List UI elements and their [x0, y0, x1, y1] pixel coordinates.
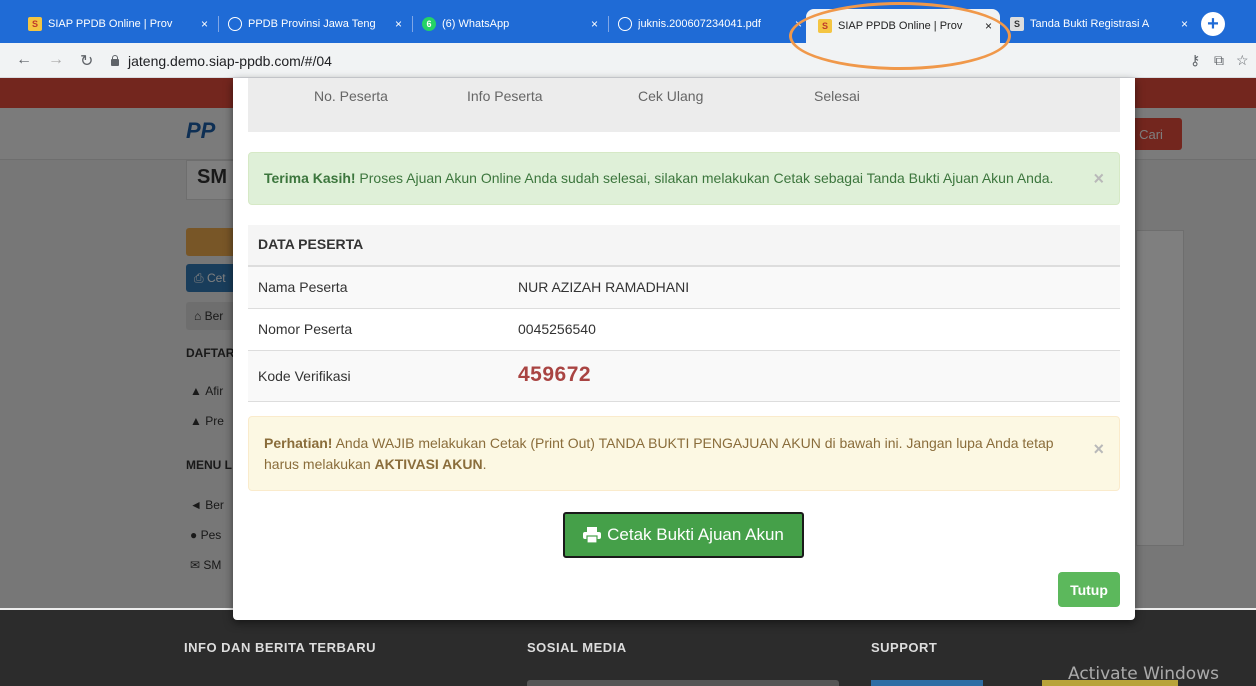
lock-icon[interactable]	[110, 55, 120, 66]
url-text: jateng.demo.siap-ppdb.com/#/04	[128, 52, 332, 69]
translate-icon[interactable]: ⧉	[1214, 52, 1224, 69]
table-row-nomor: Nomor Peserta 0045256540	[248, 309, 1120, 351]
tab-tanda-bukti[interactable]: S Tanda Bukti Registrasi A ×	[1002, 11, 1196, 37]
tab-title: (6) WhatsApp	[442, 18, 510, 30]
print-proof-button[interactable]: Cetak Bukti Ajuan Akun	[563, 512, 804, 558]
url-input[interactable]: jateng.demo.siap-ppdb.com/#/04	[110, 48, 1180, 73]
tab-siap-ppdb-1[interactable]: S SIAP PPDB Online | Prov ×	[20, 11, 216, 37]
ajuan-akun-modal: No. Peserta Info Peserta Cek Ulang Seles…	[233, 78, 1135, 620]
kode-label: Kode Verifikasi	[258, 368, 351, 384]
bookmark-star-icon[interactable]: ☆	[1236, 52, 1249, 69]
siap-favicon-icon: S	[28, 17, 42, 31]
close-tab-icon[interactable]: ×	[201, 17, 208, 31]
table-row-nama: Nama Peserta NUR AZIZAH RAMADHANI	[248, 267, 1120, 309]
footer-sosial-heading: SOSIAL MEDIA	[527, 640, 627, 655]
warning-alert: Perhatian! Anda WAJIB melakukan Cetak (P…	[248, 416, 1120, 491]
back-arrow-icon[interactable]: ←	[16, 51, 32, 69]
siap-favicon-icon: S	[818, 19, 832, 33]
step-cek-ulang[interactable]: Cek Ulang	[638, 88, 703, 104]
footer-info-heading: INFO DAN BERITA TERBARU	[184, 640, 377, 655]
wizard-steps: No. Peserta Info Peserta Cek Ulang Seles…	[248, 78, 1120, 132]
tab-whatsapp[interactable]: 6 (6) WhatsApp ×	[414, 11, 606, 37]
tab-title: SIAP PPDB Online | Prov	[838, 20, 963, 32]
success-message: Terima Kasih! Proses Ajuan Akun Online A…	[264, 170, 1054, 186]
tab-title: SIAP PPDB Online | Prov	[48, 18, 173, 30]
close-tab-icon[interactable]: ×	[395, 17, 402, 31]
footer-support-heading: SUPPORT	[871, 640, 938, 655]
reload-icon[interactable]: ↻	[80, 51, 93, 71]
nomor-label: Nomor Peserta	[258, 321, 353, 337]
document-favicon-icon: S	[1010, 17, 1024, 31]
step-info-peserta[interactable]: Info Peserta	[467, 88, 543, 104]
key-icon[interactable]: ⚷	[1190, 52, 1200, 69]
address-bar: ← → ↻ jateng.demo.siap-ppdb.com/#/04 ⚷ ⧉…	[0, 43, 1256, 78]
close-tab-icon[interactable]: ×	[591, 17, 598, 31]
globe-icon	[618, 17, 632, 31]
tab-juknis-pdf[interactable]: juknis.200607234041.pdf ×	[610, 11, 810, 37]
forward-arrow-icon[interactable]: →	[48, 51, 64, 69]
browser-tab-strip: S SIAP PPDB Online | Prov × PPDB Provins…	[0, 0, 1256, 43]
table-heading: DATA PESERTA	[248, 225, 1120, 267]
close-tab-icon[interactable]: ×	[795, 17, 802, 31]
data-peserta-table: DATA PESERTA Nama Peserta NUR AZIZAH RAM…	[248, 225, 1120, 402]
verification-code: 459672	[518, 363, 592, 386]
close-icon[interactable]: ×	[1093, 168, 1104, 189]
nama-label: Nama Peserta	[258, 279, 348, 295]
tab-siap-ppdb-active[interactable]: S SIAP PPDB Online | Prov ×	[806, 9, 1000, 43]
close-icon[interactable]: ×	[1093, 439, 1104, 460]
print-button-label: Cetak Bukti Ajuan Akun	[607, 525, 784, 544]
tab-title: PPDB Provinsi Jawa Teng	[248, 18, 376, 30]
activate-windows-watermark: Activate Windows	[1068, 664, 1219, 684]
tab-title: juknis.200607234041.pdf	[638, 18, 761, 30]
step-no-peserta[interactable]: No. Peserta	[314, 88, 388, 104]
nomor-value: 0045256540	[518, 321, 596, 337]
close-tab-icon[interactable]: ×	[985, 19, 992, 33]
table-row-kode: Kode Verifikasi 459672	[248, 351, 1120, 402]
globe-icon	[228, 17, 242, 31]
warning-message: Perhatian! Anda WAJIB melakukan Cetak (P…	[264, 435, 1054, 472]
close-modal-button[interactable]: Tutup	[1058, 572, 1120, 607]
new-tab-button[interactable]: +	[1201, 12, 1225, 36]
close-tab-icon[interactable]: ×	[1181, 17, 1188, 31]
tab-ppdb-jateng[interactable]: PPDB Provinsi Jawa Teng ×	[220, 11, 410, 37]
tab-title: Tanda Bukti Registrasi A	[1030, 18, 1150, 30]
step-selesai[interactable]: Selesai	[814, 88, 860, 104]
nama-value: NUR AZIZAH RAMADHANI	[518, 279, 690, 295]
success-alert: Terima Kasih! Proses Ajuan Akun Online A…	[248, 152, 1120, 205]
whatsapp-icon: 6	[422, 17, 436, 31]
footer-support-box	[871, 680, 983, 686]
printer-icon	[583, 527, 602, 543]
footer-social-box	[527, 680, 839, 686]
